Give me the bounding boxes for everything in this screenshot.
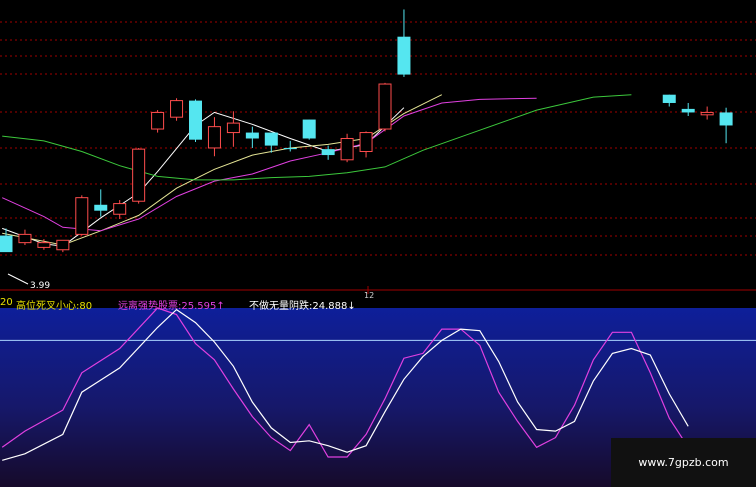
- candle: [151, 110, 165, 133]
- ma-line-ma10: [2, 94, 443, 246]
- candle: [321, 145, 335, 160]
- date-tick-label: 12: [364, 291, 374, 300]
- candle: [264, 132, 278, 153]
- candle: [681, 102, 695, 116]
- candle: [18, 229, 32, 246]
- indicator-series1-label: 远离强势股票:25.595↑: [118, 301, 225, 312]
- candle: [245, 126, 259, 148]
- candle: [359, 131, 373, 158]
- candle: [719, 107, 733, 144]
- candle: [700, 106, 714, 120]
- candlesticks: [0, 9, 733, 253]
- price-gridlines: [0, 21, 756, 256]
- date-axis: 12: [0, 286, 756, 300]
- indicator-high-cross-label: 高位死叉小心:80: [16, 301, 93, 312]
- stock-chart: 3.99 12: [0, 9, 756, 487]
- candle: [662, 94, 676, 107]
- watermark: www.7gpzb.com: [611, 438, 756, 487]
- candle: [94, 189, 108, 217]
- candle: [170, 98, 184, 121]
- ma-line-ma60: [2, 94, 632, 181]
- candle: [302, 119, 316, 140]
- indicator-period-label: 20: [0, 297, 13, 308]
- ma-line-ma5: [2, 107, 405, 247]
- moving-averages: [1, 94, 632, 247]
- candle: [378, 82, 392, 132]
- candle: [75, 195, 89, 236]
- candle: [132, 147, 146, 204]
- indicator-series2-label: 不做无量阴跌:24.888↓: [249, 301, 356, 312]
- low-price-marker: 3.99: [7, 273, 50, 291]
- candle: [283, 140, 297, 152]
- candle: [189, 99, 202, 143]
- candle: [397, 9, 411, 77]
- candle: [340, 133, 354, 163]
- candle: [207, 117, 221, 157]
- candle: [56, 239, 70, 253]
